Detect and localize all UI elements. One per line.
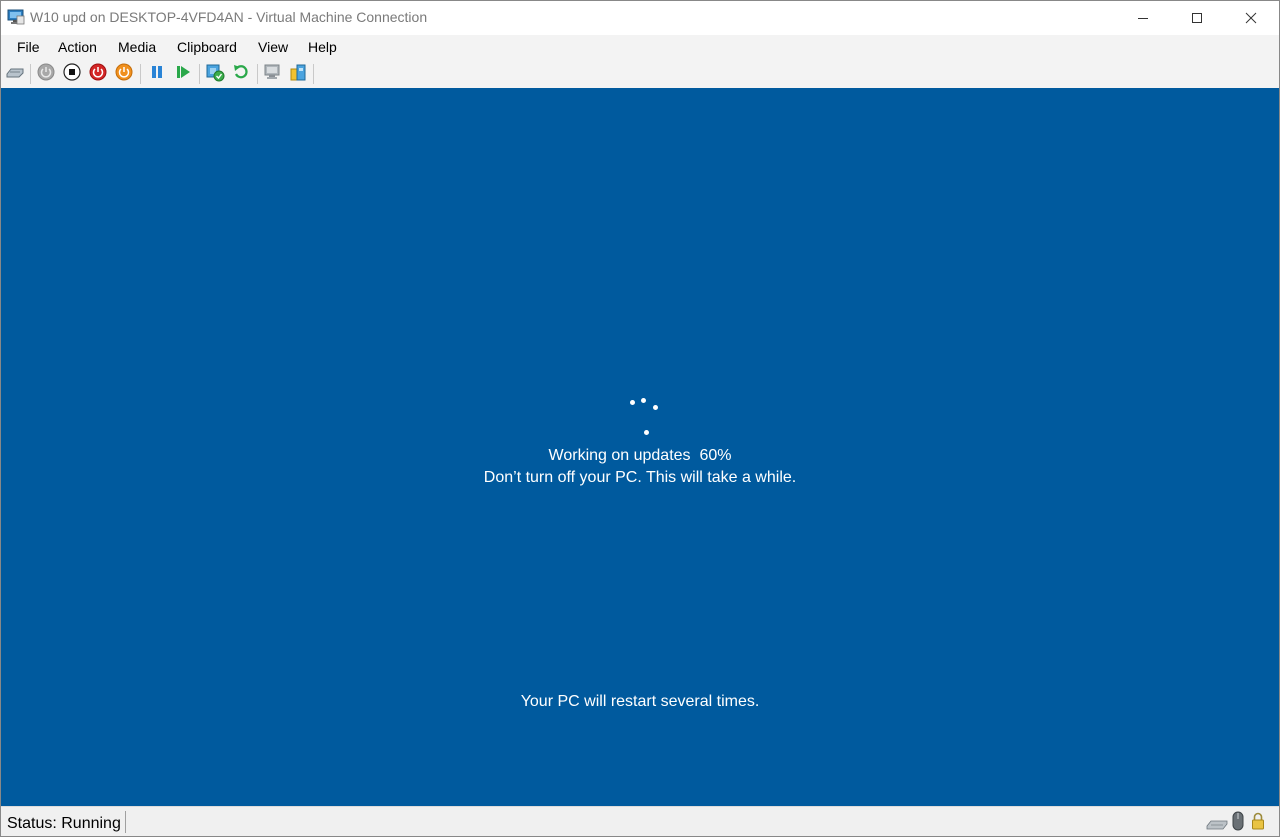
toolbar — [1, 59, 1279, 88]
enhanced-session-button[interactable] — [262, 63, 284, 85]
window-title: W10 upd on DESKTOP-4VFD4AN - Virtual Mac… — [30, 9, 428, 25]
checkpoint-button[interactable] — [204, 63, 226, 85]
menu-action[interactable]: Action — [58, 39, 97, 55]
update-warning-text: Don’t turn off your PC. This will take a… — [483, 469, 797, 486]
mouse-icon — [1232, 811, 1244, 836]
pause-icon — [149, 64, 165, 85]
spinner-dot — [653, 405, 658, 410]
toolbar-separator — [30, 64, 31, 84]
share-icon — [288, 62, 308, 87]
revert-icon — [232, 63, 250, 86]
pause-button[interactable] — [146, 63, 168, 85]
shut-down-icon — [89, 63, 107, 86]
enhanced-session-icon — [263, 62, 283, 87]
ctrl-alt-del-button[interactable] — [4, 63, 26, 85]
status-separator — [125, 811, 126, 833]
restart-notice-text: Your PC will restart several times. — [520, 693, 760, 710]
toolbar-separator — [257, 64, 258, 84]
spinner-dot — [630, 400, 635, 405]
vm-connection-app-icon[interactable] — [7, 9, 25, 25]
minimize-button[interactable] — [1116, 1, 1170, 35]
turn-off-icon — [63, 62, 81, 86]
lock-icon — [1251, 812, 1265, 835]
close-icon — [1245, 12, 1257, 24]
menu-clipboard[interactable]: Clipboard — [177, 39, 237, 55]
resume-button[interactable] — [172, 63, 194, 85]
update-progress-text: Working on updates 60% — [548, 447, 732, 464]
shut-down-button[interactable] — [87, 63, 109, 85]
ctrl-alt-del-icon — [5, 65, 25, 84]
resume-icon — [175, 64, 191, 85]
toolbar-separator — [140, 64, 141, 84]
status-bar: Status: Running — [1, 806, 1279, 836]
menu-bar: File Action Media Clipboard View Help — [1, 35, 1279, 59]
save-icon — [115, 63, 133, 86]
maximize-icon — [1191, 12, 1203, 24]
menu-file[interactable]: File — [17, 39, 40, 55]
spinner-dot — [644, 430, 649, 435]
minimize-icon — [1137, 12, 1149, 24]
close-button[interactable] — [1224, 1, 1278, 35]
menu-media[interactable]: Media — [118, 39, 156, 55]
title-bar[interactable]: W10 upd on DESKTOP-4VFD4AN - Virtual Mac… — [1, 1, 1279, 35]
menu-help[interactable]: Help — [308, 39, 337, 55]
share-button[interactable] — [287, 63, 309, 85]
checkpoint-icon — [205, 62, 225, 87]
toolbar-separator — [199, 64, 200, 84]
start-icon — [37, 63, 55, 86]
vm-connection-window: W10 upd on DESKTOP-4VFD4AN - Virtual Mac… — [0, 0, 1280, 837]
revert-button[interactable] — [230, 63, 252, 85]
maximize-button[interactable] — [1170, 1, 1224, 35]
toolbar-separator — [313, 64, 314, 84]
turn-off-button[interactable] — [61, 62, 83, 86]
loading-spinner — [621, 393, 671, 435]
keyboard-icon — [1206, 817, 1228, 835]
save-button[interactable] — [113, 63, 135, 85]
vm-display[interactable]: Working on updates 60% Don’t turn off yo… — [1, 88, 1279, 806]
vm-status-text: Status: Running — [7, 815, 121, 832]
menu-view[interactable]: View — [258, 39, 288, 55]
spinner-dot — [641, 398, 646, 403]
start-button[interactable] — [35, 63, 57, 85]
